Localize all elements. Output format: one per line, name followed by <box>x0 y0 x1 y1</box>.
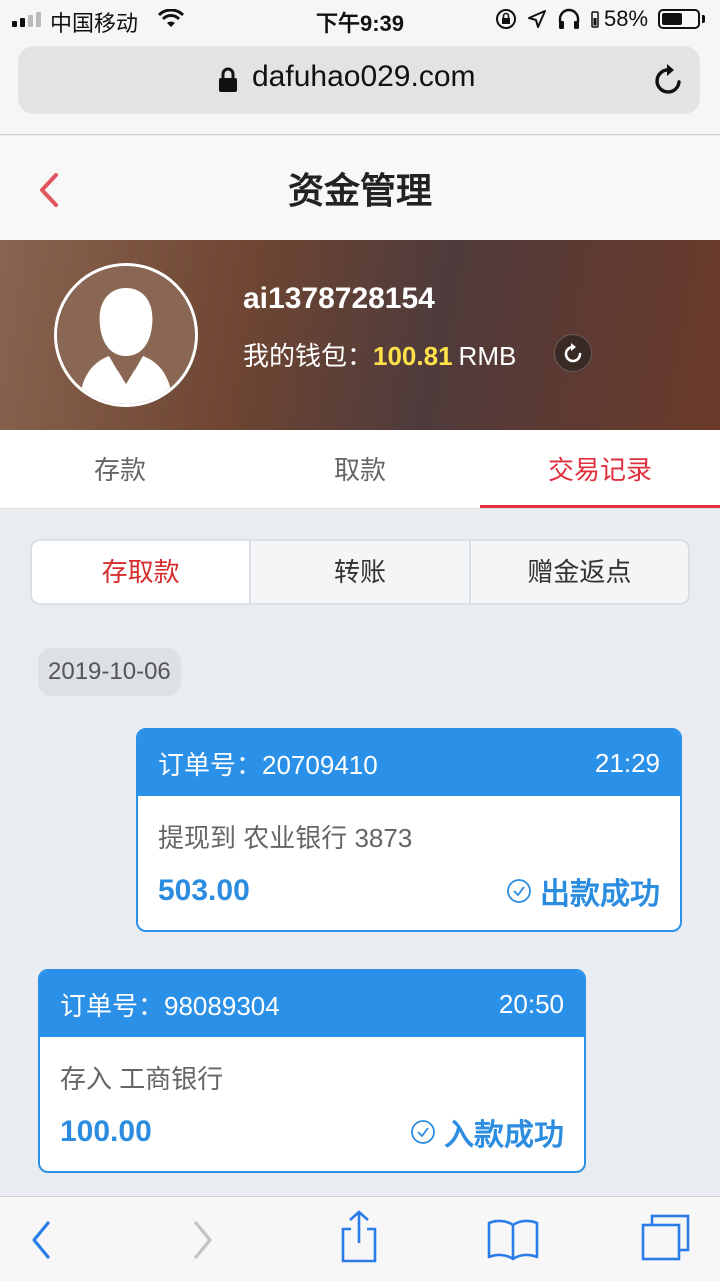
segment-bonus-rebate[interactable]: 赠金返点 <box>471 541 688 603</box>
battery-level <box>662 13 682 25</box>
battery-percent: 58% <box>604 6 649 31</box>
status-text: 入款成功 <box>444 1119 564 1152</box>
segment-deposit-withdraw[interactable]: 存取款 <box>32 541 252 603</box>
forward-icon[interactable] <box>190 1219 216 1261</box>
tab-withdraw[interactable]: 取款 <box>240 430 480 508</box>
avatar[interactable] <box>54 263 198 407</box>
share-icon[interactable] <box>338 1209 380 1265</box>
back-icon[interactable] <box>28 1219 54 1261</box>
status-time: 下午9:39 <box>315 11 405 36</box>
order-no: 98089304 <box>164 990 280 1021</box>
order-label: 订单号： <box>60 990 165 1021</box>
order-no: 20709410 <box>262 749 378 780</box>
refresh-balance-button[interactable] <box>554 334 592 372</box>
status-text: 出款成功 <box>540 878 660 911</box>
lock-icon <box>218 67 238 98</box>
order-number: 订单号：20709410 <box>158 745 378 782</box>
wallet-label: 我的钱包： <box>243 341 374 371</box>
order-label: 订单号： <box>158 749 263 780</box>
date-badge: 2019-10-06 <box>38 648 181 696</box>
tabs-icon[interactable] <box>640 1213 692 1263</box>
location-icon <box>527 9 547 34</box>
transaction-status: 出款成功 <box>506 869 660 913</box>
url-text[interactable]: dafuhao029.com <box>252 60 476 94</box>
segment-transfer[interactable]: 转账 <box>251 541 471 603</box>
reload-icon[interactable] <box>652 62 686 103</box>
headphones-icon <box>557 8 581 35</box>
transaction-status: 入款成功 <box>410 1110 564 1154</box>
transaction-amount: 503.00 <box>158 874 250 907</box>
tab-deposit[interactable]: 存款 <box>0 430 240 508</box>
battery-tip <box>702 15 705 23</box>
order-time: 20:50 <box>498 988 564 1019</box>
transaction-card[interactable]: 订单号：20709410 21:29 提现到 农业银行 3873 503.00 … <box>136 728 682 932</box>
transaction-description: 提现到 农业银行 3873 <box>158 823 413 853</box>
rotation-lock-icon <box>495 8 517 35</box>
card-footer: 100.00 入款成功 <box>40 1096 584 1154</box>
card-header: 订单号：98089304 20:50 <box>40 971 584 1037</box>
record-type-segment: 存取款 转账 赠金返点 <box>30 539 690 605</box>
transaction-description: 存入 工商银行 <box>60 1064 224 1094</box>
battery-icon <box>658 9 700 29</box>
card-footer: 503.00 出款成功 <box>138 855 680 913</box>
carrier-name: 中国移动 <box>50 11 139 36</box>
main-tabs: 存款 取款 交易记录 <box>0 430 720 509</box>
check-circle-icon <box>411 1120 435 1144</box>
battery-charge-icon <box>591 9 599 34</box>
refresh-icon <box>564 343 582 363</box>
wifi-icon <box>157 8 185 34</box>
status-icons <box>495 8 599 35</box>
wallet-currency: RMB <box>458 341 517 371</box>
check-circle-icon <box>507 879 531 903</box>
order-number: 订单号：98089304 <box>60 986 280 1023</box>
transaction-card[interactable]: 订单号：98089304 20:50 存入 工商银行 100.00 入款成功 <box>38 969 586 1173</box>
signal-icon <box>12 12 41 27</box>
bookmarks-icon[interactable] <box>486 1217 540 1261</box>
browser-toolbar <box>0 1196 720 1281</box>
tab-transactions[interactable]: 交易记录 <box>480 430 720 508</box>
order-time: 21:29 <box>594 747 660 778</box>
transaction-amount: 100.00 <box>60 1115 152 1148</box>
card-header: 订单号：20709410 21:29 <box>138 730 680 796</box>
page-title: 资金管理 <box>287 170 432 211</box>
wallet-balance: 我的钱包： 100.81 RMB <box>243 336 516 373</box>
wallet-amount: 100.81 <box>373 341 453 371</box>
user-silhouette-icon <box>57 266 195 404</box>
username: ai1378728154 <box>243 282 435 315</box>
